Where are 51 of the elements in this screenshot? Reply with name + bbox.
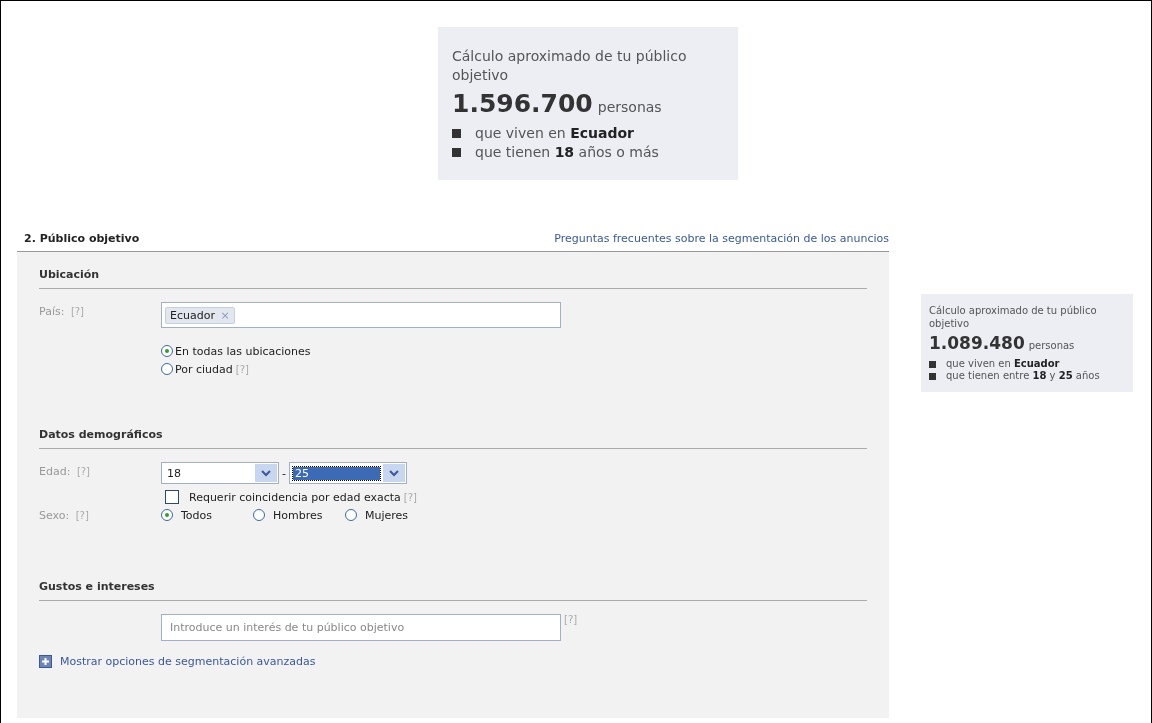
remove-token-button[interactable]: × <box>220 308 230 322</box>
help-link[interactable]: [?] <box>76 466 90 477</box>
faq-link[interactable]: Preguntas frecuentes sobre la segmentación de los anuncios <box>554 232 889 245</box>
advanced-options-link[interactable]: Mostrar opciones de segmentación avanzadas <box>60 655 316 668</box>
radio-button[interactable] <box>161 509 173 521</box>
radio-button[interactable] <box>345 509 357 521</box>
checkbox-label: Requerir coincidencia por edad exacta <box>189 490 401 504</box>
estimate-criterion: que viven en Ecuador <box>475 124 634 143</box>
checkbox[interactable] <box>165 490 179 504</box>
country-token: Ecuador × <box>165 306 235 324</box>
interest-field[interactable]: Introduce un interés de tu público objetivo <box>161 614 561 641</box>
radio-label: En todas las ubicaciones <box>175 344 311 358</box>
age-dropdown[interactable]: 18 <box>161 462 279 484</box>
section-title: 2. Público objetivo <box>24 232 140 245</box>
subsection-heading: Datos demográficos <box>39 428 867 449</box>
help-link[interactable]: [?] <box>70 306 84 317</box>
help-link[interactable]: [?] <box>564 614 578 625</box>
help-link[interactable]: [?] <box>235 363 249 375</box>
bullet-icon <box>929 360 936 368</box>
estimate-title: Cálculo aproximado de tu público objetivo <box>929 304 1098 330</box>
subsection-heading: Ubicación <box>39 268 867 289</box>
estimate-criterion: que tienen entre 18 y 25 años <box>946 370 1100 382</box>
country-field[interactable]: Ecuador × <box>161 302 561 328</box>
help-link[interactable]: [?] <box>75 510 89 521</box>
caret-icon <box>383 464 405 482</box>
radio-button[interactable] <box>161 345 173 357</box>
field-label: Edad: <box>39 465 71 478</box>
estimate-count: 1.089.480 <box>929 333 1025 353</box>
estimate-criterion: que tienen 18 años o más <box>475 143 659 162</box>
age-dropdown[interactable]: 25 <box>289 462 407 484</box>
range-separator: - <box>282 466 286 480</box>
radio-button[interactable] <box>161 363 173 375</box>
field-label: País: <box>39 305 65 318</box>
estimate-unit: personas <box>1028 340 1075 351</box>
help-link[interactable]: [?] <box>403 491 417 503</box>
plus-icon[interactable] <box>39 655 52 668</box>
bullet-icon <box>452 148 461 157</box>
bullet-icon <box>452 129 461 138</box>
caret-icon <box>255 464 277 482</box>
field-label: Sexo: <box>39 509 70 522</box>
estimate-title: Cálculo aproximado de tu público objetivo <box>452 47 688 85</box>
radio-label: Hombres <box>273 508 323 522</box>
radio-label: Todos <box>181 508 213 522</box>
estimate-unit: personas <box>597 99 662 115</box>
radio-label: Mujeres <box>365 508 409 522</box>
bullet-icon <box>929 372 936 380</box>
subsection-heading: Gustos e intereses <box>39 580 867 601</box>
radio-button[interactable] <box>253 509 265 521</box>
estimate-criterion: que viven en Ecuador <box>946 358 1060 370</box>
radio-label: Por ciudad <box>175 362 233 376</box>
estimate-count: 1.596.700 <box>452 89 593 118</box>
